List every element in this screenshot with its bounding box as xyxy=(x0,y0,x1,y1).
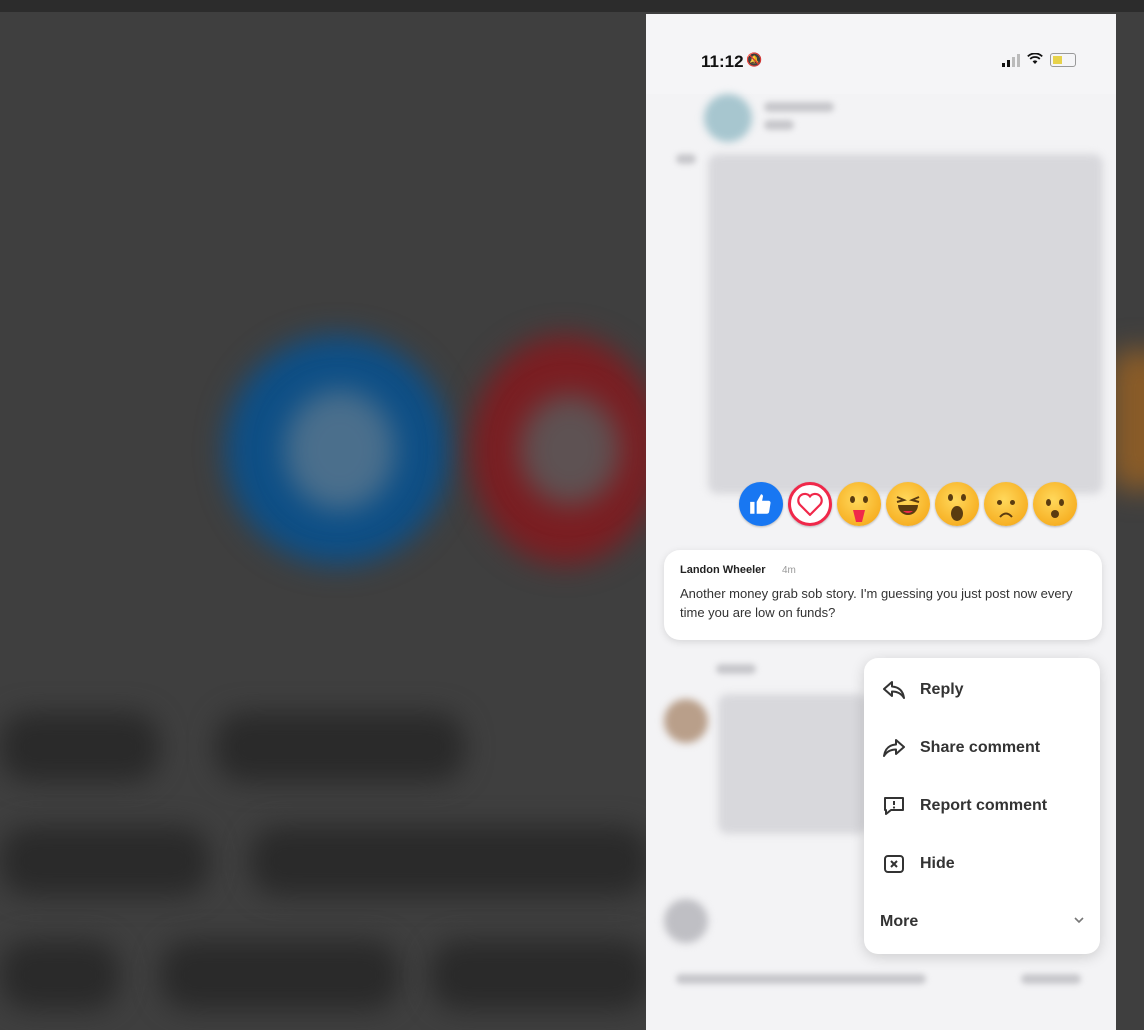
menu-item-hide[interactable]: Hide xyxy=(880,842,1085,886)
comment-context-menu: Reply Share comment Report comment Hide … xyxy=(864,658,1100,954)
status-time: 11:12 xyxy=(701,52,744,71)
comment-time: 4m xyxy=(782,565,796,576)
blurred-avatar xyxy=(664,699,708,743)
hide-icon xyxy=(880,850,908,878)
menu-item-label: Report comment xyxy=(920,797,1048,814)
blurred-meta xyxy=(716,664,756,674)
menu-item-share-comment[interactable]: Share comment xyxy=(880,726,1085,770)
status-bar: 11:12 🔕 xyxy=(646,14,1116,94)
blurred-post-body xyxy=(708,154,1103,494)
phone-screen: 11:12 🔕 Landon Wheeler 4m Another money … xyxy=(646,14,1116,1030)
comment-author[interactable]: Landon Wheeler xyxy=(680,564,766,576)
blurred-input xyxy=(676,974,926,984)
report-icon xyxy=(880,792,908,820)
post-author-avatar xyxy=(704,94,752,142)
status-icons xyxy=(1002,52,1076,68)
background-text-line xyxy=(160,940,400,1010)
bell-slash-icon: 🔕 xyxy=(746,52,763,67)
chevron-down-icon xyxy=(1073,913,1085,927)
angry-reaction-icon[interactable] xyxy=(1033,482,1077,526)
post-author-name xyxy=(764,102,834,112)
love-reaction-icon[interactable] xyxy=(788,482,832,526)
post-side-label xyxy=(676,154,696,164)
comment-text: Another money grab sob story. I'm guessi… xyxy=(680,586,1073,620)
like-reaction-icon[interactable] xyxy=(739,482,783,526)
menu-item-report-comment[interactable]: Report comment xyxy=(880,784,1085,828)
blurred-action xyxy=(1021,974,1081,984)
background-text-line xyxy=(215,712,465,782)
blurred-reply xyxy=(718,694,868,834)
reply-icon xyxy=(880,676,908,704)
background-text-line xyxy=(0,940,120,1010)
cellular-signal-icon xyxy=(1002,53,1020,67)
menu-item-label: Reply xyxy=(920,681,964,698)
reaction-bar xyxy=(739,482,1077,526)
background-text-line xyxy=(250,826,650,896)
background-love-center xyxy=(520,395,620,505)
care-reaction-icon[interactable] xyxy=(837,482,881,526)
menu-item-reply[interactable]: Reply xyxy=(880,668,1085,712)
selected-comment: Landon Wheeler 4m Another money grab sob… xyxy=(664,550,1102,640)
wifi-icon xyxy=(1027,52,1043,68)
menu-item-more[interactable]: More xyxy=(880,900,1085,944)
battery-icon xyxy=(1050,53,1076,67)
background-like-center xyxy=(285,390,395,510)
background-text-line xyxy=(430,940,650,1010)
menu-item-label: Share comment xyxy=(920,739,1041,756)
wow-reaction-icon[interactable] xyxy=(935,482,979,526)
post-meta xyxy=(764,120,794,130)
background-top-strip xyxy=(0,0,1144,12)
sad-reaction-icon[interactable] xyxy=(984,482,1028,526)
menu-item-label: Hide xyxy=(920,855,955,872)
background-text-line xyxy=(0,826,210,896)
haha-reaction-icon[interactable] xyxy=(886,482,930,526)
background-text-line xyxy=(0,712,160,782)
blurred-avatar xyxy=(664,899,708,943)
menu-item-label: More xyxy=(880,913,919,930)
share-icon xyxy=(880,734,908,762)
